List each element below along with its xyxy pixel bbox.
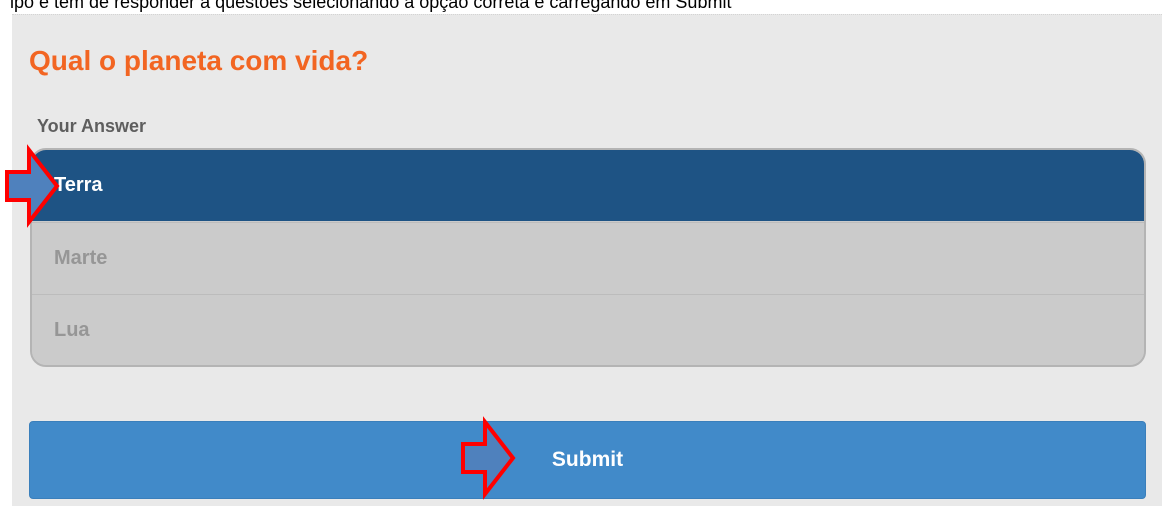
question-panel: Qual o planeta com vida? Your Answer Ter…: [12, 14, 1162, 506]
arrow-right-icon: [5, 144, 60, 228]
question-title: Qual o planeta com vida?: [29, 45, 369, 76]
instruction-strip: lpo e tem de responder a questões seleci…: [0, 0, 1176, 14]
answer-label: Your Answer: [37, 116, 147, 136]
submit-button[interactable]: Submit: [29, 421, 1146, 499]
option-terra[interactable]: Terra: [32, 150, 1144, 221]
option-label: Marte: [54, 246, 108, 269]
arrow-right-icon: [461, 416, 516, 500]
submit-label: Submit: [551, 448, 624, 471]
answer-options: Terra Marte Lua: [30, 148, 1146, 367]
instruction-text: lpo e tem de responder a questões seleci…: [10, 0, 732, 12]
option-label: Terra: [54, 174, 103, 196]
option-marte[interactable]: Marte: [32, 222, 1144, 293]
option-lua[interactable]: Lua: [32, 294, 1144, 365]
option-label: Lua: [54, 318, 90, 341]
